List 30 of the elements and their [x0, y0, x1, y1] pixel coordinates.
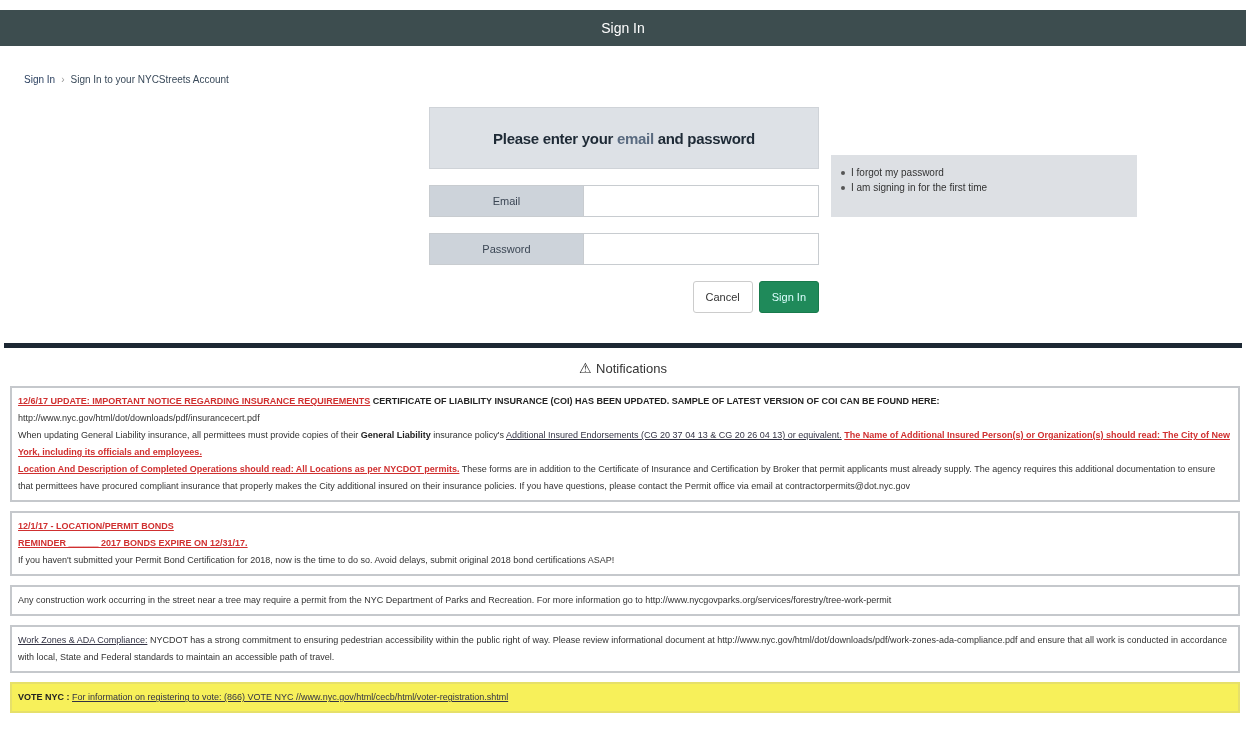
- notice-link[interactable]: Additional Insured Endorsements (CG 20 37 04 13 & CG 20 26 04 13) or equivalent.: [506, 430, 842, 440]
- notice-text: Location And Description of Completed Operations should read: All Locations as per NYCDOT permits. These forms are in addition to the Certificate of Insurance and Certification by Broker that permit applicants must already supply. The agency requires this additional documentation to ensure that permittees have procured compliant insurance that properly makes the City additional insured on their insurance policies. If you have questions, please contact the Permit office via email at contractorpermits@dot.nyc.gov: [18, 463, 1217, 493]
- bullet-icon: [841, 170, 845, 175]
- notice-text: Any construction work occurring in the street near a tree may require a permit from the NYC Department of Parks and Recreation. For more information go to http://www.nycgovparks.org/services/forestry/tree-work-permit: [18, 594, 893, 607]
- input-field[interactable]: [584, 233, 819, 265]
- notice-text: If you haven't submitted your Permit Bond Certification for 2018, now is the time to do so. Avoid delays, submit original 2018 bond certifications ASAP!: [18, 554, 616, 567]
- bullet-icon: [841, 185, 845, 190]
- cancel-button[interactable]: Cancel: [692, 281, 753, 313]
- form-heading: Please enter your email and password: [493, 129, 755, 147]
- notice-text: 12/6/17 UPDATE: IMPORTANT NOTICE REGARDING INSURANCE REQUIREMENTS CERTIFICATE OF LIABILITY INSURANCE (COI) HAS BEEN UPDATED. SAMPLE OF LATEST VERSION OF COI CAN BE FOUND HERE:: [18, 395, 941, 408]
- help-link[interactable]: I am signing in for the first time: [851, 182, 988, 193]
- notice-text: REMINDER ______ 2017 BONDS EXPIRE ON 12/31/17.: [18, 537, 249, 550]
- notice-text: VOTE NYC : For information on registering to vote: (866) VOTE NYC //www.nyc.gov/html/cecb/html/voter-registration.shtml: [18, 691, 510, 704]
- field-label: Email: [429, 185, 584, 217]
- notice-text: When updating General Liability insurance, all permittees must provide copies of their General Liability insurance policy's Additional Insured Endorsements (CG 20 37 04 13 & CG 20 26 04 13) or equivalent. The Name of Additional Insured Person(s) or Organization(s) should read: The City of New York, including its officials and employees.: [18, 429, 1231, 459]
- help-link[interactable]: I forgot my password: [851, 167, 944, 178]
- breadcrumb-separator: ›: [61, 74, 65, 85]
- page-title: Sign In: [601, 20, 645, 36]
- notice-text: 12/1/17 - LOCATION/PERMIT BONDS: [18, 520, 175, 533]
- sign-in-button[interactable]: Sign In: [758, 281, 819, 313]
- breadcrumb-current: Sign In to your NYCStreets Account: [70, 74, 229, 85]
- breadcrumb-link[interactable]: Sign In: [24, 74, 56, 85]
- notice-text: Work Zones & ADA Compliance: NYCDOT has a strong commitment to ensuring pedestrian accessibility within the public right of way. Please review informational document at http://www.nyc.gov/html/dot/downloads/pdf/work-zones-ada-compliance.pdf and ensure that all work is conducted in accordance with local, State and Federal standards to maintain an accessible path of travel.: [18, 634, 1229, 664]
- field-label: Password: [429, 233, 584, 265]
- notice-link[interactable]: Work Zones & ADA Compliance:: [18, 635, 148, 645]
- notifications-title: Notifications: [596, 360, 667, 376]
- warning-icon: ⚠: [579, 360, 593, 376]
- notice-link[interactable]: For information on registering to vote: (866) VOTE NYC //www.nyc.gov/html/cecb/html/voter-registration.shtml: [72, 692, 509, 702]
- input-field[interactable]: [584, 185, 819, 217]
- notice-text: http://www.nyc.gov/html/dot/downloads/pdf/insurancecert.pdf: [18, 412, 261, 425]
